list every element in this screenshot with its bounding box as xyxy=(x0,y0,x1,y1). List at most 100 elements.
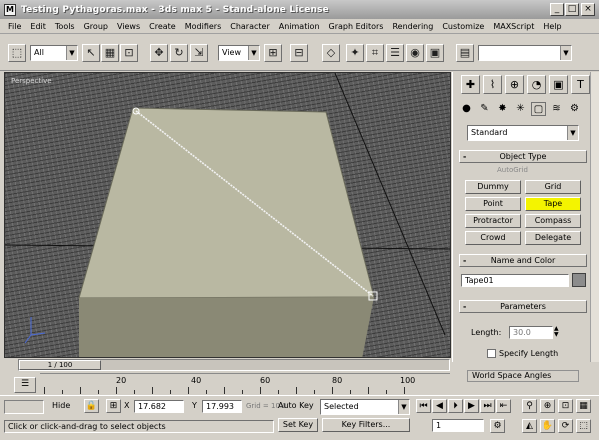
grid-button[interactable]: Grid xyxy=(525,180,581,194)
compass-button[interactable]: Compass xyxy=(525,214,581,228)
key-mode-dropdown[interactable]: Selected ▼ xyxy=(320,399,410,415)
close-button[interactable]: × xyxy=(581,3,595,16)
autogrid-checkbox[interactable]: AutoGrid xyxy=(497,166,528,174)
reference-coordinate-dropdown[interactable]: View ▼ xyxy=(218,45,260,61)
lights-icon[interactable]: ✸ xyxy=(495,102,510,116)
menu-modifiers[interactable]: Modifiers xyxy=(185,22,222,31)
selection-filter-dropdown[interactable]: All ▼ xyxy=(30,45,78,61)
menu-character[interactable]: Character xyxy=(230,22,270,31)
helpers-icon[interactable]: ▢ xyxy=(531,102,546,116)
track-tick xyxy=(170,390,171,394)
menu-tools[interactable]: Tools xyxy=(55,22,75,31)
space-warps-icon[interactable]: ≋ xyxy=(549,102,564,116)
menu-create[interactable]: Create xyxy=(149,22,176,31)
track-view-icon[interactable]: ☰ xyxy=(14,377,36,393)
menu-maxscript[interactable]: MAXScript xyxy=(493,22,534,31)
geometry-icon[interactable]: ● xyxy=(459,102,474,116)
menu-file[interactable]: File xyxy=(8,22,21,31)
perspective-viewport[interactable]: Perspective xyxy=(4,72,451,358)
object-name-input[interactable]: Tape01 xyxy=(461,274,569,287)
minimize-button[interactable]: _ xyxy=(550,3,564,16)
create-tab-icon[interactable]: ✚ xyxy=(461,75,480,94)
point-button[interactable]: Point xyxy=(465,197,521,211)
maximize-viewport-icon[interactable]: ⬚ xyxy=(576,419,591,433)
menu-animation[interactable]: Animation xyxy=(279,22,320,31)
menu-rendering[interactable]: Rendering xyxy=(392,22,433,31)
app-icon[interactable]: M xyxy=(4,3,16,16)
display-tab-icon[interactable]: ▣ xyxy=(549,75,568,94)
name-color-rollout-header[interactable]: - Name and Color xyxy=(459,254,587,267)
menu-edit[interactable]: Edit xyxy=(30,22,46,31)
modify-tab-icon[interactable]: ⌇ xyxy=(483,75,502,94)
object-type-rollout-header[interactable]: - Object Type xyxy=(459,150,587,163)
percent-snap-icon[interactable]: ⌗ xyxy=(366,44,384,62)
length-spinner[interactable]: ▲ ▼ xyxy=(554,326,562,339)
previous-frame-icon[interactable]: ◀ xyxy=(432,399,447,413)
named-selection-set-dropdown[interactable]: ▼ xyxy=(478,45,572,61)
category-dropdown[interactable]: Standard ▼ xyxy=(467,125,579,141)
cameras-icon[interactable]: ✳ xyxy=(513,102,528,116)
dummy-button[interactable]: Dummy xyxy=(465,180,521,194)
material-editor-icon[interactable]: ◉ xyxy=(406,44,424,62)
track-bar[interactable]: 20 40 60 80 100 xyxy=(40,373,450,394)
spinner-snap-icon[interactable]: ☰ xyxy=(386,44,404,62)
motion-tab-icon[interactable]: ◔ xyxy=(527,75,546,94)
time-slider-thumb[interactable]: 1 / 100 xyxy=(19,360,101,370)
delegate-button[interactable]: Delegate xyxy=(525,231,581,245)
protractor-button[interactable]: Protractor xyxy=(465,214,521,228)
crowd-button[interactable]: Crowd xyxy=(465,231,521,245)
select-by-name-icon[interactable]: ▦ xyxy=(101,44,119,62)
angle-snap-icon[interactable]: ✦ xyxy=(346,44,364,62)
move-icon[interactable]: ✥ xyxy=(150,44,168,62)
render-icon[interactable]: ▣ xyxy=(426,44,444,62)
utilities-tab-icon[interactable]: T xyxy=(571,75,590,94)
next-frame-icon[interactable]: ▶ xyxy=(464,399,479,413)
zoom-extents-all-icon[interactable]: ▦ xyxy=(576,399,591,413)
pivot-center-icon[interactable]: ⊞ xyxy=(264,44,282,62)
snap-3d-icon[interactable]: ◇ xyxy=(322,44,340,62)
length-input[interactable]: 30.0 xyxy=(509,326,553,339)
field-of-view-icon[interactable]: ◭ xyxy=(522,419,537,433)
time-slider[interactable]: 1 / 100 xyxy=(18,359,450,371)
go-to-start-icon[interactable]: ⏮ xyxy=(416,399,431,413)
zoom-all-icon[interactable]: ⊕ xyxy=(540,399,555,413)
menu-views[interactable]: Views xyxy=(117,22,140,31)
scale-icon[interactable]: ⇲ xyxy=(190,44,208,62)
time-config-icon[interactable]: ⚙ xyxy=(490,419,505,433)
maximize-button[interactable]: □ xyxy=(565,3,579,16)
menu-help[interactable]: Help xyxy=(543,22,561,31)
current-frame-field[interactable]: 1 xyxy=(432,419,484,432)
y-coordinate-field[interactable]: 17.993 xyxy=(202,400,242,413)
menu-graph-editors[interactable]: Graph Editors xyxy=(329,22,384,31)
key-filters-button[interactable]: Key Filters... xyxy=(322,418,410,432)
arc-rotate-icon[interactable]: ⟳ xyxy=(558,419,573,433)
x-coordinate-field[interactable]: 17.682 xyxy=(134,400,184,413)
play-icon[interactable]: ⏵ xyxy=(448,399,463,413)
rotate-icon[interactable]: ↻ xyxy=(170,44,188,62)
zoom-extents-icon[interactable]: ⊡ xyxy=(558,399,573,413)
hierarchy-tab-icon[interactable]: ⊕ xyxy=(505,75,524,94)
tape-button[interactable]: Tape xyxy=(525,197,581,211)
specify-length-checkbox[interactable] xyxy=(487,349,496,358)
command-panel: ✚ ⌇ ⊕ ◔ ▣ T ● ✎ ✸ ✳ ▢ ≋ ⚙ Standard ▼ - O… xyxy=(452,72,599,382)
lock-selection-icon[interactable]: 🔒 xyxy=(84,399,99,413)
region-select-icon[interactable]: ⊡ xyxy=(120,44,138,62)
object-color-swatch[interactable] xyxy=(572,273,586,287)
select-object-icon[interactable]: ↖ xyxy=(82,44,100,62)
auto-key-button[interactable]: Auto Key xyxy=(278,401,320,410)
systems-icon[interactable]: ⚙ xyxy=(567,102,582,116)
mirror-icon[interactable]: ⊟ xyxy=(290,44,308,62)
key-mode-toggle-icon[interactable]: ⇤ xyxy=(496,399,511,413)
menu-group[interactable]: Group xyxy=(84,22,108,31)
set-key-button[interactable]: Set Key xyxy=(278,418,318,432)
parameters-rollout-header[interactable]: - Parameters xyxy=(459,300,587,313)
undo-icon[interactable]: ⬚ xyxy=(8,44,26,62)
command-panel-scrollbar[interactable] xyxy=(590,72,599,362)
absolute-mode-icon[interactable]: ⊞ xyxy=(106,399,121,413)
named-selection-icon[interactable]: ▤ xyxy=(456,44,474,62)
pan-icon[interactable]: ✋ xyxy=(540,419,555,433)
go-to-end-icon[interactable]: ⏭ xyxy=(480,399,495,413)
shapes-icon[interactable]: ✎ xyxy=(477,102,492,116)
zoom-icon[interactable]: ⚲ xyxy=(522,399,537,413)
menu-customize[interactable]: Customize xyxy=(442,22,484,31)
